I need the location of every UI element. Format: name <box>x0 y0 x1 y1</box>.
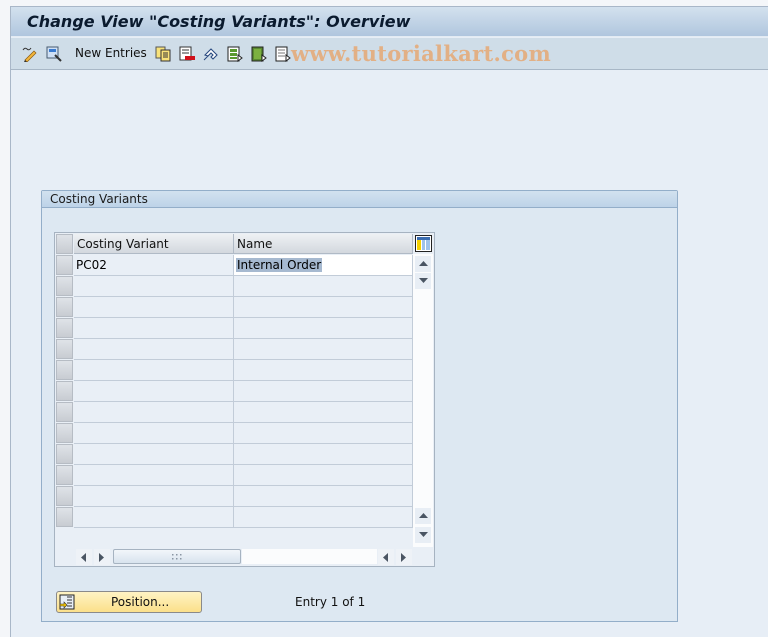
cell-name[interactable] <box>234 465 413 486</box>
row-selector[interactable] <box>56 444 73 464</box>
scroll-page-up-button[interactable] <box>415 508 431 524</box>
cell-costing-variant[interactable] <box>74 402 234 423</box>
row-selector[interactable] <box>56 318 73 338</box>
cell-name[interactable] <box>234 444 413 465</box>
row-selector[interactable] <box>56 402 73 422</box>
group-header: Costing Variants <box>42 191 677 208</box>
arrow-up-icon <box>418 261 428 266</box>
cell-costing-variant[interactable] <box>74 276 234 297</box>
cell-name[interactable] <box>234 402 413 423</box>
sap-window: Change View "Costing Variants": Overview… <box>10 6 768 637</box>
cell-name[interactable] <box>234 360 413 381</box>
cell-costing-variant[interactable] <box>74 297 234 318</box>
display-change-icon[interactable] <box>22 46 38 62</box>
row-selector[interactable] <box>56 276 73 296</box>
selected-text: Internal Order <box>236 258 323 272</box>
entry-count: Entry 1 of 1 <box>295 595 366 609</box>
position-button-label: Position... <box>111 595 170 609</box>
scroll-right-button[interactable] <box>94 549 110 565</box>
horizontal-scroll-track[interactable] <box>242 549 377 564</box>
table-settings-icon[interactable] <box>415 235 432 252</box>
cell-name[interactable] <box>234 297 413 318</box>
undo-icon[interactable] <box>203 46 219 62</box>
select-all-rows-button[interactable] <box>56 234 73 254</box>
scroll-page-down-button[interactable] <box>415 527 431 543</box>
cell-costing-variant[interactable] <box>74 444 234 465</box>
horizontal-scrollbar[interactable] <box>75 547 413 565</box>
row-selector[interactable] <box>56 465 73 485</box>
application-toolbar: New Entries www.tutorialkart.com <box>11 38 768 70</box>
horizontal-scroll-thumb[interactable] <box>113 549 241 564</box>
select-all-icon[interactable] <box>227 46 243 62</box>
scroll-right-column-right-button[interactable] <box>396 549 412 565</box>
new-entries-button[interactable]: New Entries <box>75 46 147 60</box>
row-selector[interactable] <box>56 255 73 275</box>
deselect-all-icon[interactable] <box>275 46 291 62</box>
cell-costing-variant[interactable] <box>74 507 234 528</box>
costing-variants-table: Costing Variant Name PC02 Internal Order <box>54 232 435 567</box>
cell-costing-variant[interactable] <box>74 318 234 339</box>
arrow-up-icon <box>418 513 428 518</box>
arrow-right-icon <box>99 552 104 562</box>
cell-costing-variant[interactable] <box>74 486 234 507</box>
arrow-down-icon <box>418 278 428 283</box>
cell-costing-variant[interactable] <box>74 465 234 486</box>
grip-icon <box>172 553 182 559</box>
cell-costing-variant[interactable] <box>74 381 234 402</box>
cell-name[interactable]: Internal Order <box>234 255 413 276</box>
cell-name[interactable] <box>234 486 413 507</box>
cell-costing-variant[interactable]: PC02 <box>74 255 234 276</box>
cell-name[interactable] <box>234 318 413 339</box>
row-selector[interactable] <box>56 297 73 317</box>
delete-icon[interactable] <box>179 46 195 62</box>
arrow-down-icon <box>418 532 428 537</box>
scroll-down-button[interactable] <box>415 273 431 289</box>
arrow-left-icon <box>383 552 388 562</box>
position-icon <box>59 594 75 613</box>
row-selector[interactable] <box>56 423 73 443</box>
find-icon[interactable] <box>46 46 62 62</box>
row-selector[interactable] <box>56 339 73 359</box>
scroll-up-button[interactable] <box>415 256 431 272</box>
cell-name[interactable] <box>234 339 413 360</box>
column-header-costing-variant[interactable]: Costing Variant <box>74 234 234 254</box>
select-block-icon[interactable] <box>251 46 267 62</box>
position-button[interactable]: Position... <box>56 591 202 613</box>
cell-name[interactable] <box>234 276 413 297</box>
group-title: Costing Variants <box>50 192 148 206</box>
arrow-right-icon <box>401 552 406 562</box>
page-title: Change View "Costing Variants": Overview <box>27 12 411 31</box>
row-selector[interactable] <box>56 507 73 527</box>
row-selector[interactable] <box>56 486 73 506</box>
row-selector[interactable] <box>56 360 73 380</box>
arrow-left-icon <box>81 552 86 562</box>
title-bar: Change View "Costing Variants": Overview <box>11 7 768 37</box>
copy-icon[interactable] <box>155 46 171 62</box>
watermark-text: www.tutorialkart.com <box>291 41 551 66</box>
cell-name[interactable] <box>234 423 413 444</box>
column-header-name[interactable]: Name <box>234 234 413 254</box>
vertical-scrollbar[interactable] <box>413 254 433 547</box>
scroll-left-button[interactable] <box>76 549 92 565</box>
scroll-right-column-left-button[interactable] <box>378 549 394 565</box>
row-selector[interactable] <box>56 381 73 401</box>
cell-costing-variant[interactable] <box>74 339 234 360</box>
costing-variants-group: Costing Variants Costing Variant Name PC… <box>41 190 678 622</box>
cell-name[interactable] <box>234 381 413 402</box>
cell-costing-variant[interactable] <box>74 360 234 381</box>
cell-costing-variant[interactable] <box>74 423 234 444</box>
cell-name[interactable] <box>234 507 413 528</box>
